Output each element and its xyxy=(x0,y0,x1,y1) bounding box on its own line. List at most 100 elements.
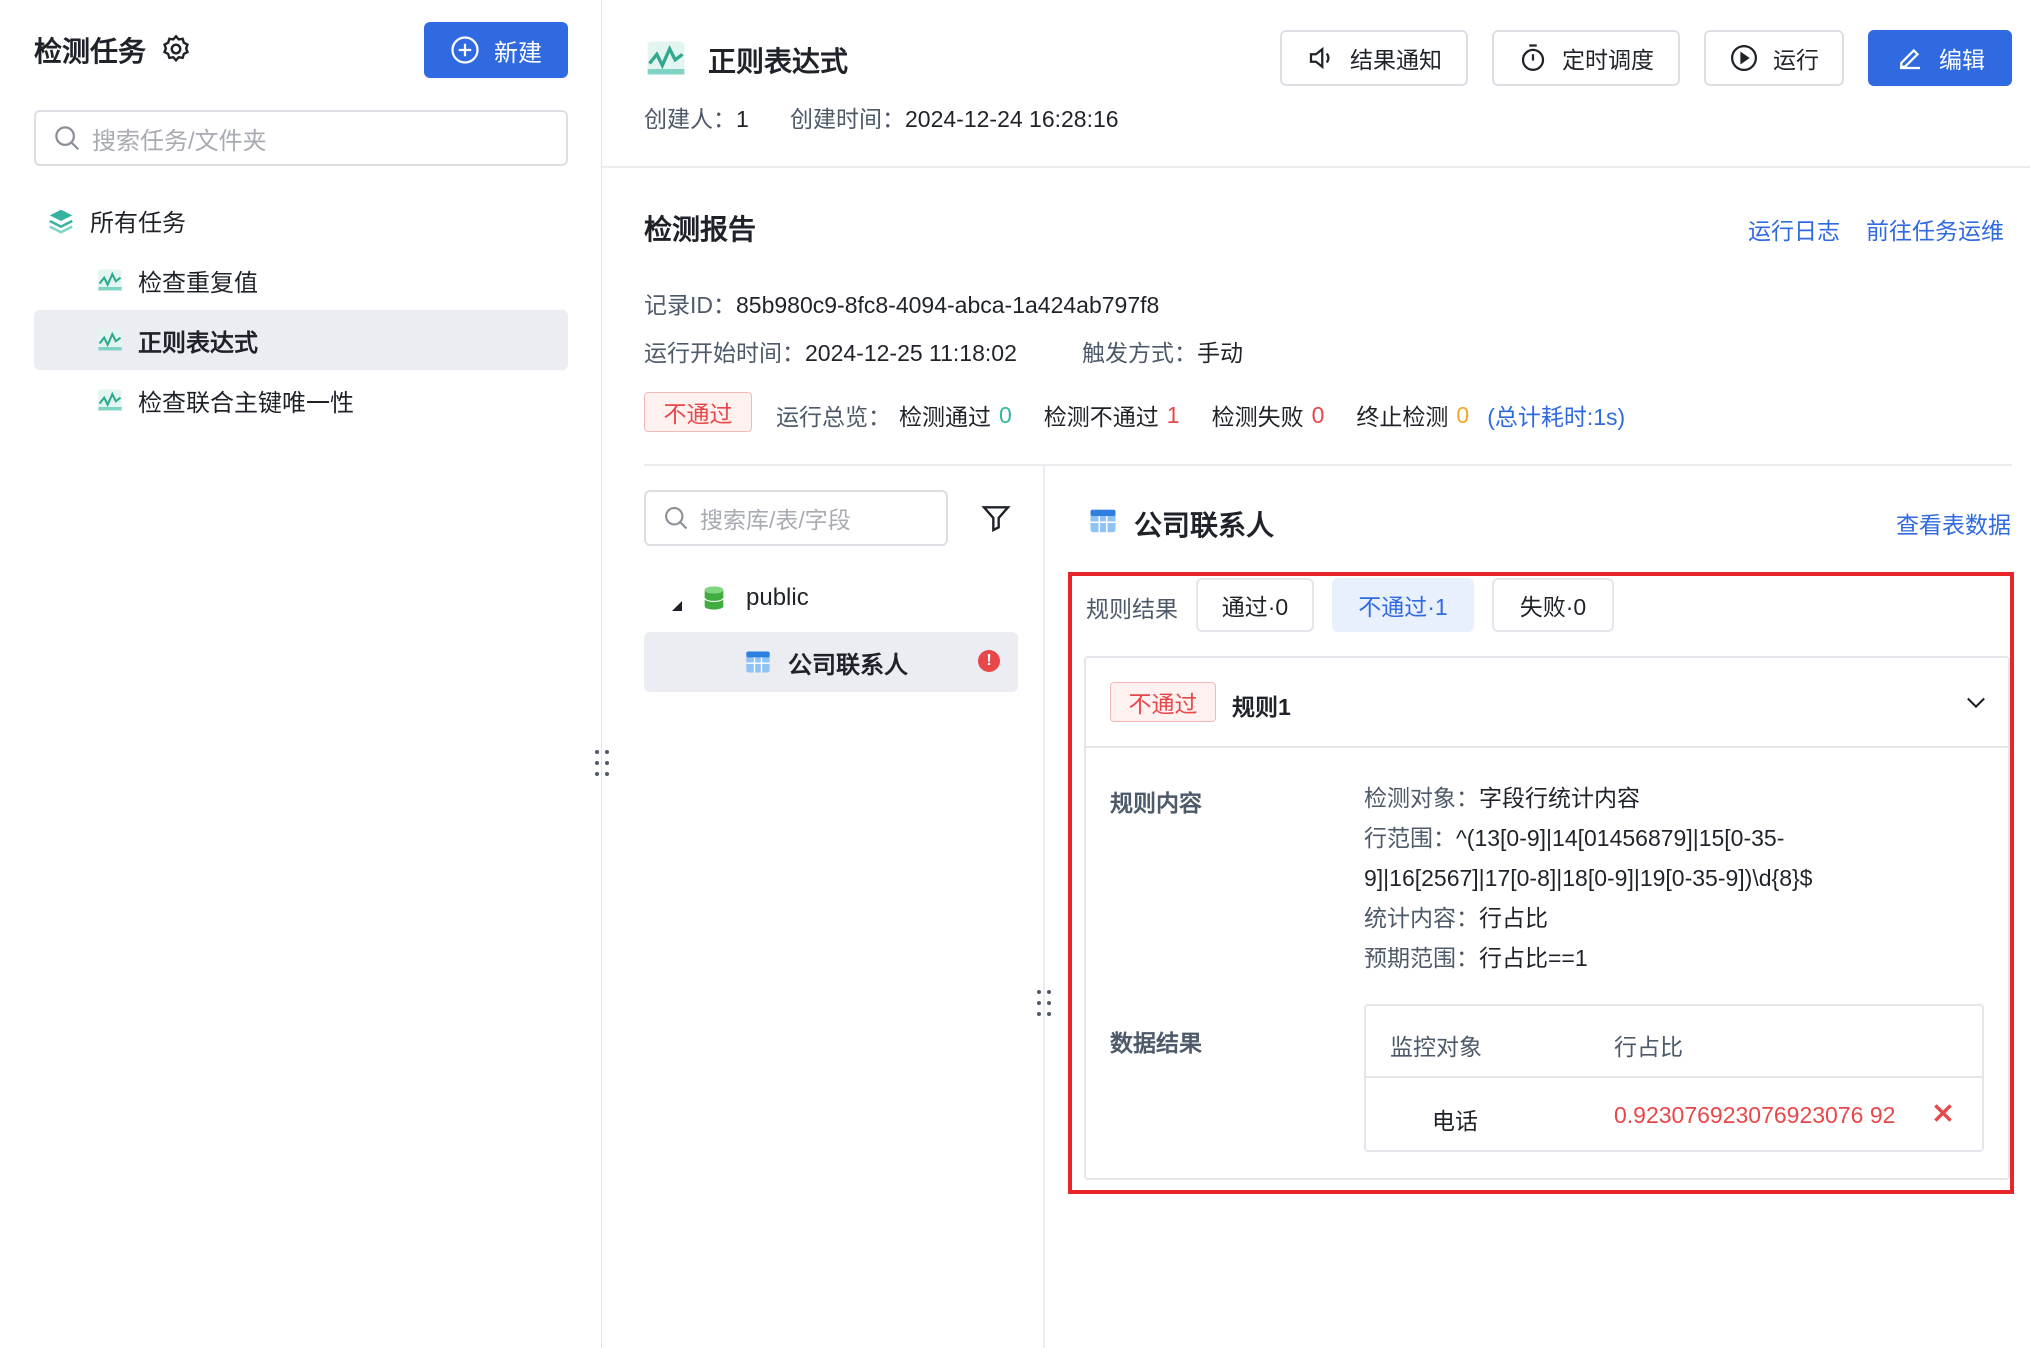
new-task-button[interactable]: 新建 xyxy=(424,22,568,78)
sidebar-item-regex[interactable]: 正则表达式 xyxy=(34,310,568,370)
result-cell-object: 电话 xyxy=(1432,1108,1478,1134)
record-id-value: 85b980c9-8fc8-4094-abca-1a424ab797f8 xyxy=(736,292,1160,318)
creator-label: 创建人： xyxy=(644,106,736,132)
start-time-row: 运行开始时间：2024-12-25 11:18:02 xyxy=(644,334,1017,368)
gear-icon[interactable] xyxy=(160,33,192,65)
rule-content-key: 检测对象： xyxy=(1364,785,1479,811)
layers-icon xyxy=(49,209,73,234)
creator-value: 1 xyxy=(736,106,749,132)
rule-content-line: 预期范围：行占比==1 xyxy=(1364,938,1588,978)
sidebar-title: 检测任务 xyxy=(34,36,147,67)
sidebar-item-composite-key[interactable]: 检查联合主键唯一性 xyxy=(34,370,568,430)
task-chart-icon xyxy=(647,41,685,75)
result-notify-button[interactable]: 结果通知 xyxy=(1280,30,1468,86)
rule-content-value: 9]|16[2567]|17[0-8]|18[0-9]|19[0-35-9])\… xyxy=(1364,865,1813,891)
panel-resize-handle[interactable] xyxy=(1032,988,1056,1018)
pass-label: 检测通过 xyxy=(899,404,991,430)
trigger-row: 触发方式：手动 xyxy=(1082,334,1243,368)
notpass-count: 1 xyxy=(1166,401,1180,428)
table-node-company-contacts[interactable]: 公司联系人 xyxy=(644,632,1018,692)
run-label: 运行 xyxy=(1773,47,1819,73)
sidebar-item-label: 正则表达式 xyxy=(138,329,258,357)
search-icon xyxy=(665,507,688,530)
task-search-input[interactable]: 搜索任务/文件夹 xyxy=(34,110,568,166)
pass-count: 0 xyxy=(999,401,1012,428)
run-overview: 运行总览： 检测通过 0 检测不通过 1 检测失败 0 终止检测 0 (总计耗时… xyxy=(776,398,1625,432)
play-circle-icon xyxy=(1731,45,1757,71)
field-search-input[interactable]: 搜索库/表/字段 xyxy=(644,490,948,546)
rule-content-key: 行范围： xyxy=(1364,825,1456,851)
overview-label: 运行总览： xyxy=(776,404,891,430)
rule-result-label: 规则结果 xyxy=(1086,596,1178,622)
field-search-placeholder: 搜索库/表/字段 xyxy=(700,507,851,533)
rule-content-key: 预期范围： xyxy=(1364,945,1479,971)
search-icon xyxy=(55,126,80,151)
tab-pass[interactable]: 通过·0 xyxy=(1196,578,1314,632)
schedule-button[interactable]: 定时调度 xyxy=(1492,30,1680,86)
run-log-link[interactable]: 运行日志 xyxy=(1748,212,1840,246)
report-status-badge: 不通过 xyxy=(644,392,752,432)
task-search-placeholder: 搜索任务/文件夹 xyxy=(92,127,267,155)
notpass-label: 检测不通过 xyxy=(1043,404,1159,430)
collapse-triangle-icon[interactable] xyxy=(670,592,682,611)
total-time: (总计耗时:1s) xyxy=(1487,404,1626,430)
table-title: 公司联系人 xyxy=(1134,510,1275,541)
sidebar-item-check-duplicates[interactable]: 检查重复值 xyxy=(34,250,568,310)
tab-fail[interactable]: 失败·0 xyxy=(1492,578,1614,632)
rule-content-line: 统计内容：行占比 xyxy=(1364,898,1548,938)
view-table-data-link[interactable]: 查看表数据 xyxy=(1896,506,2011,540)
rule-content-key: 统计内容： xyxy=(1364,905,1479,931)
run-button[interactable]: 运行 xyxy=(1704,30,1844,86)
rule-content-value: 行占比==1 xyxy=(1479,945,1588,971)
stop-label: 终止检测 xyxy=(1356,404,1449,430)
task-chart-icon xyxy=(98,329,122,351)
task-title: 正则表达式 xyxy=(708,46,849,77)
schedule-label: 定时调度 xyxy=(1562,47,1654,73)
header-divider xyxy=(602,166,2030,168)
created-time-meta: 创建时间：2024-12-24 16:28:16 xyxy=(790,100,1119,134)
rule-content-value: ^(13[0-9]|14[01456879]|15[0-35- xyxy=(1456,825,1785,851)
schema-node-public[interactable]: public xyxy=(670,584,809,612)
task-chart-icon xyxy=(98,389,122,411)
created-time-label: 创建时间： xyxy=(790,106,905,132)
pencil-icon xyxy=(1900,48,1920,70)
fail-count: 0 xyxy=(1311,401,1325,428)
rule-content-line: 检测对象：字段行统计内容 xyxy=(1364,778,1640,818)
table-icon xyxy=(746,651,770,673)
fail-label: 检测失败 xyxy=(1211,404,1304,430)
created-time-value: 2024-12-24 16:28:16 xyxy=(905,106,1119,132)
task-ops-link[interactable]: 前往任务运维 xyxy=(1866,212,2004,246)
rule-content-label: 规则内容 xyxy=(1110,790,1202,816)
start-time-label: 运行开始时间： xyxy=(644,340,805,366)
trigger-label: 触发方式： xyxy=(1082,340,1197,366)
stop-count: 0 xyxy=(1456,401,1470,428)
rule-content-value: 行占比 xyxy=(1479,905,1548,931)
result-header-ratio: 行占比 xyxy=(1614,1034,1683,1060)
panel-resize-handle[interactable] xyxy=(590,748,614,778)
database-icon xyxy=(704,586,724,610)
notify-label: 结果通知 xyxy=(1350,47,1442,73)
record-id-label: 记录ID： xyxy=(644,292,736,318)
creator-meta: 创建人：1 xyxy=(644,100,749,134)
rule-content-value: 字段行统计内容 xyxy=(1479,785,1640,811)
sidebar-item-label: 检查重复值 xyxy=(138,269,258,297)
result-cell-ratio: 0.923076923076923076 92 xyxy=(1614,1102,1896,1128)
edit-button[interactable]: 编辑 xyxy=(1868,30,2012,86)
rule-status-badge: 不通过 xyxy=(1110,682,1216,722)
schema-label: public xyxy=(746,584,809,611)
rule-card-divider xyxy=(1086,746,2008,748)
stopwatch-icon xyxy=(1521,44,1545,71)
chevron-down-icon[interactable] xyxy=(1962,688,1990,716)
rule-name: 规则1 xyxy=(1232,694,1291,720)
rule-content-line: 9]|16[2567]|17[0-8]|18[0-9]|19[0-35-9])\… xyxy=(1364,858,1812,898)
table-node-label: 公司联系人 xyxy=(788,651,908,679)
sidebar-item-label: 检查联合主键唯一性 xyxy=(138,389,354,417)
tab-not-pass[interactable]: 不通过·1 xyxy=(1332,578,1474,632)
result-table-divider xyxy=(1366,1076,1982,1078)
start-time-value: 2024-12-25 11:18:02 xyxy=(805,340,1017,366)
speaker-icon xyxy=(1309,46,1330,70)
plus-circle-icon xyxy=(451,36,479,64)
tree-root-all-tasks[interactable]: 所有任务 xyxy=(46,203,186,238)
filter-icon[interactable] xyxy=(980,502,1012,534)
record-id-row: 记录ID：85b980c9-8fc8-4094-abca-1a424ab797f… xyxy=(644,286,1159,320)
